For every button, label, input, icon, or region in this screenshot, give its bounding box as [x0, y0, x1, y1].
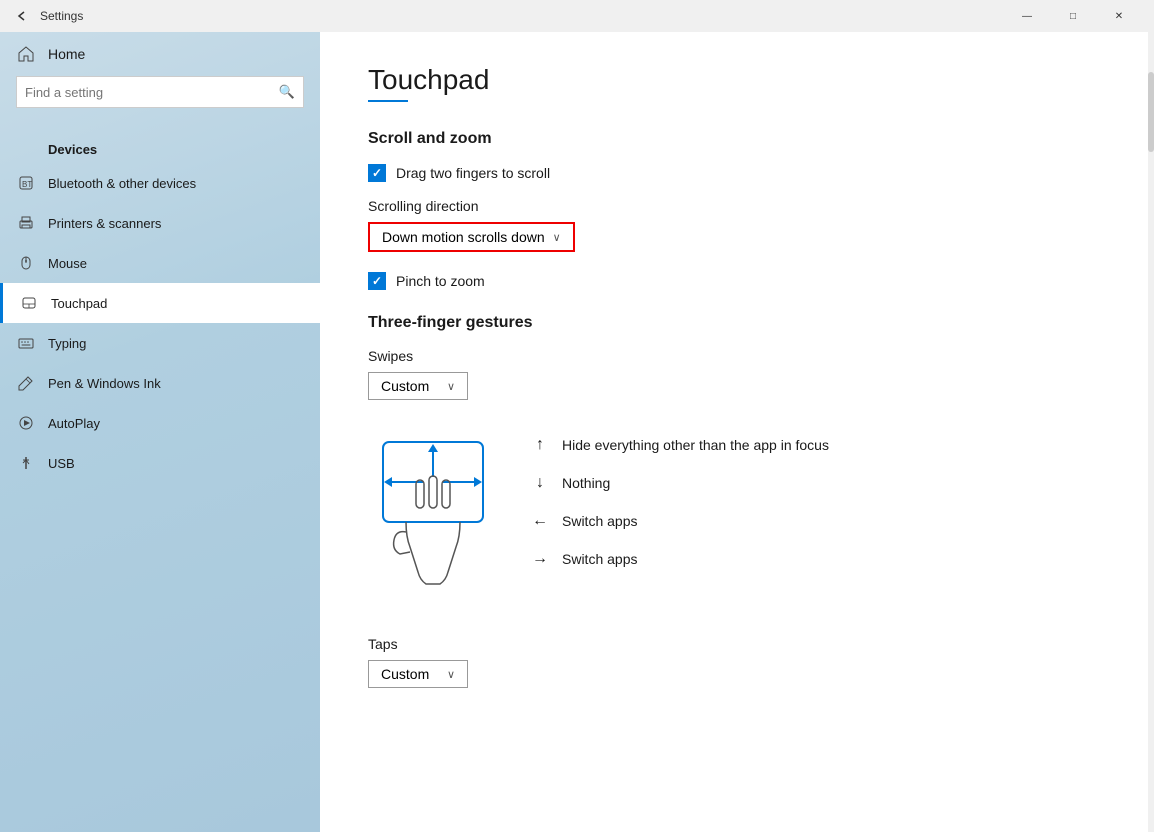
gesture-illustration: [368, 432, 498, 612]
taps-value: Custom: [381, 666, 429, 682]
scrolling-direction-label: Scrolling direction: [368, 198, 1106, 214]
drag-two-fingers-checkbox[interactable]: ✓: [368, 164, 386, 182]
checkmark-icon: ✓: [372, 166, 382, 180]
pen-icon: [16, 373, 36, 393]
swipes-dropdown[interactable]: Custom ∨: [368, 372, 468, 400]
sidebar-item-label: AutoPlay: [48, 416, 100, 431]
search-icon: 🔍: [279, 84, 295, 100]
three-finger-title: Three-finger gestures: [368, 314, 1106, 332]
scrolling-direction-dropdown[interactable]: Down motion scrolls down ∨: [368, 222, 575, 252]
app-body: Home 🔍 Devices BT Bluetooth & other devi…: [0, 32, 1154, 832]
scrollbar-track: [1148, 32, 1154, 832]
typing-icon: [16, 333, 36, 353]
titlebar-title: Settings: [40, 9, 1004, 23]
sidebar-item-label: Bluetooth & other devices: [48, 176, 196, 191]
home-icon: [16, 44, 36, 64]
checkmark-icon: ✓: [372, 274, 382, 288]
taps-dropdown[interactable]: Custom ∨: [368, 660, 468, 688]
sidebar-item-usb[interactable]: USB: [0, 443, 320, 483]
pinch-to-zoom-checkbox[interactable]: ✓: [368, 272, 386, 290]
sidebar-item-autoplay[interactable]: AutoPlay: [0, 403, 320, 443]
gesture-up-label: Hide everything other than the app in fo…: [562, 437, 829, 453]
scrollbar-thumb[interactable]: [1148, 72, 1154, 152]
gesture-labels: ↑ Hide everything other than the app in …: [530, 432, 829, 568]
sidebar-item-bluetooth[interactable]: BT Bluetooth & other devices: [0, 163, 320, 203]
titlebar: Settings — □ ✕: [0, 0, 1154, 32]
scroll-zoom-title: Scroll and zoom: [368, 130, 1106, 148]
gesture-right-row: → Switch apps: [530, 550, 829, 568]
sidebar-home-label: Home: [48, 46, 85, 62]
gesture-up-row: ↑ Hide everything other than the app in …: [530, 436, 829, 454]
search-container: 🔍: [0, 76, 320, 136]
sidebar-item-label: USB: [48, 456, 75, 471]
sidebar-item-home[interactable]: Home: [0, 32, 320, 76]
autoplay-icon: [16, 413, 36, 433]
maximize-button[interactable]: □: [1050, 0, 1096, 32]
sidebar-item-mouse[interactable]: Mouse: [0, 243, 320, 283]
arrow-down-icon: ↓: [530, 474, 550, 492]
back-button[interactable]: [12, 6, 32, 26]
arrow-left-icon: ←: [530, 512, 550, 530]
three-finger-section: Three-finger gestures Swipes Custom ∨: [368, 314, 1106, 704]
gesture-right-label: Switch apps: [562, 551, 637, 567]
swipes-chevron-icon: ∨: [447, 380, 455, 393]
taps-section: Taps Custom ∨: [368, 636, 1106, 704]
sidebar-item-touchpad[interactable]: Touchpad: [0, 283, 320, 323]
sidebar: Home 🔍 Devices BT Bluetooth & other devi…: [0, 32, 320, 832]
taps-label: Taps: [368, 636, 1106, 652]
swipes-value: Custom: [381, 378, 429, 394]
search-box[interactable]: 🔍: [16, 76, 304, 108]
taps-chevron-icon: ∨: [447, 668, 455, 681]
gesture-left-row: ← Switch apps: [530, 512, 829, 530]
bluetooth-icon: BT: [16, 173, 36, 193]
pinch-to-zoom-row: ✓ Pinch to zoom: [368, 272, 1106, 290]
usb-icon: [16, 453, 36, 473]
minimize-button[interactable]: —: [1004, 0, 1050, 32]
sidebar-item-printers[interactable]: Printers & scanners: [0, 203, 320, 243]
sidebar-item-typing[interactable]: Typing: [0, 323, 320, 363]
close-button[interactable]: ✕: [1096, 0, 1142, 32]
arrow-right-icon: →: [530, 550, 550, 568]
titlebar-controls: — □ ✕: [1004, 0, 1142, 32]
swipes-label: Swipes: [368, 348, 1106, 364]
pinch-to-zoom-label: Pinch to zoom: [396, 273, 485, 289]
scrolling-direction-value: Down motion scrolls down: [382, 229, 545, 245]
printer-icon: [16, 213, 36, 233]
gesture-down-label: Nothing: [562, 475, 610, 491]
content-area: Touchpad Scroll and zoom ✓ Drag two fing…: [320, 32, 1154, 832]
svg-text:BT: BT: [22, 180, 32, 189]
sidebar-item-label: Mouse: [48, 256, 87, 271]
sidebar-item-label: Typing: [48, 336, 86, 351]
gesture-left-label: Switch apps: [562, 513, 637, 529]
touchpad-icon: [19, 293, 39, 313]
arrow-up-icon: ↑: [530, 436, 550, 454]
dropdown-chevron-icon: ∨: [553, 231, 561, 244]
gesture-down-row: ↓ Nothing: [530, 474, 829, 492]
drag-two-fingers-label: Drag two fingers to scroll: [396, 165, 550, 181]
mouse-icon: [16, 253, 36, 273]
drag-two-fingers-row: ✓ Drag two fingers to scroll: [368, 164, 1106, 182]
title-underline: [368, 100, 408, 102]
scroll-zoom-section: Scroll and zoom ✓ Drag two fingers to sc…: [368, 130, 1106, 290]
page-title: Touchpad: [368, 64, 1106, 96]
sidebar-section-label: Devices: [0, 136, 320, 163]
sidebar-item-label: Pen & Windows Ink: [48, 376, 161, 391]
search-input[interactable]: [25, 85, 279, 100]
sidebar-item-pen[interactable]: Pen & Windows Ink: [0, 363, 320, 403]
sidebar-item-label: Touchpad: [51, 296, 107, 311]
swipes-container: ↑ Hide everything other than the app in …: [368, 432, 1106, 612]
sidebar-item-label: Printers & scanners: [48, 216, 161, 231]
